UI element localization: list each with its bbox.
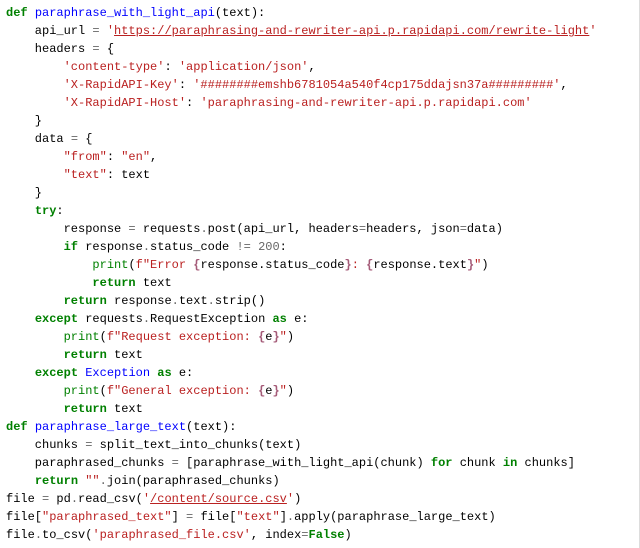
line: file.to_csv('paraphrased_file.csv', inde… bbox=[6, 528, 352, 542]
line: headers = { bbox=[6, 42, 114, 56]
line: } bbox=[6, 186, 42, 200]
line: "text": text bbox=[6, 168, 150, 182]
line: print(f"General exception: {e}") bbox=[6, 384, 294, 398]
line: return text bbox=[6, 276, 172, 290]
line: print(f"Request exception: {e}") bbox=[6, 330, 294, 344]
line: except requests.RequestException as e: bbox=[6, 312, 308, 326]
line: return text bbox=[6, 402, 143, 416]
line: 'X-RapidAPI-Key': '########emshb6781054a… bbox=[6, 78, 568, 92]
line: "from": "en", bbox=[6, 150, 157, 164]
line: except Exception as e: bbox=[6, 366, 193, 380]
line: def paraphrase_with_light_api(text): bbox=[6, 6, 265, 20]
line: api_url = 'https://paraphrasing-and-rewr… bbox=[6, 24, 597, 38]
line: } bbox=[6, 114, 42, 128]
line: paraphrased_chunks = [paraphrase_with_li… bbox=[6, 456, 575, 470]
line: def paraphrase_large_text(text): bbox=[6, 420, 236, 434]
line: print(f"Error {response.status_code}: {r… bbox=[6, 258, 489, 272]
line: file = pd.read_csv('/content/source.csv'… bbox=[6, 492, 301, 506]
line: data = { bbox=[6, 132, 92, 146]
line: chunks = split_text_into_chunks(text) bbox=[6, 438, 301, 452]
code-cell[interactable]: def paraphrase_with_light_api(text): api… bbox=[0, 0, 640, 548]
line: 'X-RapidAPI-Host': 'paraphrasing-and-rew… bbox=[6, 96, 532, 110]
line: return response.text.strip() bbox=[6, 294, 265, 308]
line: return "".join(paraphrased_chunks) bbox=[6, 474, 280, 488]
line: try: bbox=[6, 204, 64, 218]
line: if response.status_code != 200: bbox=[6, 240, 287, 254]
line: return text bbox=[6, 348, 143, 362]
line: response = requests.post(api_url, header… bbox=[6, 222, 503, 236]
line: 'content-type': 'application/json', bbox=[6, 60, 316, 74]
